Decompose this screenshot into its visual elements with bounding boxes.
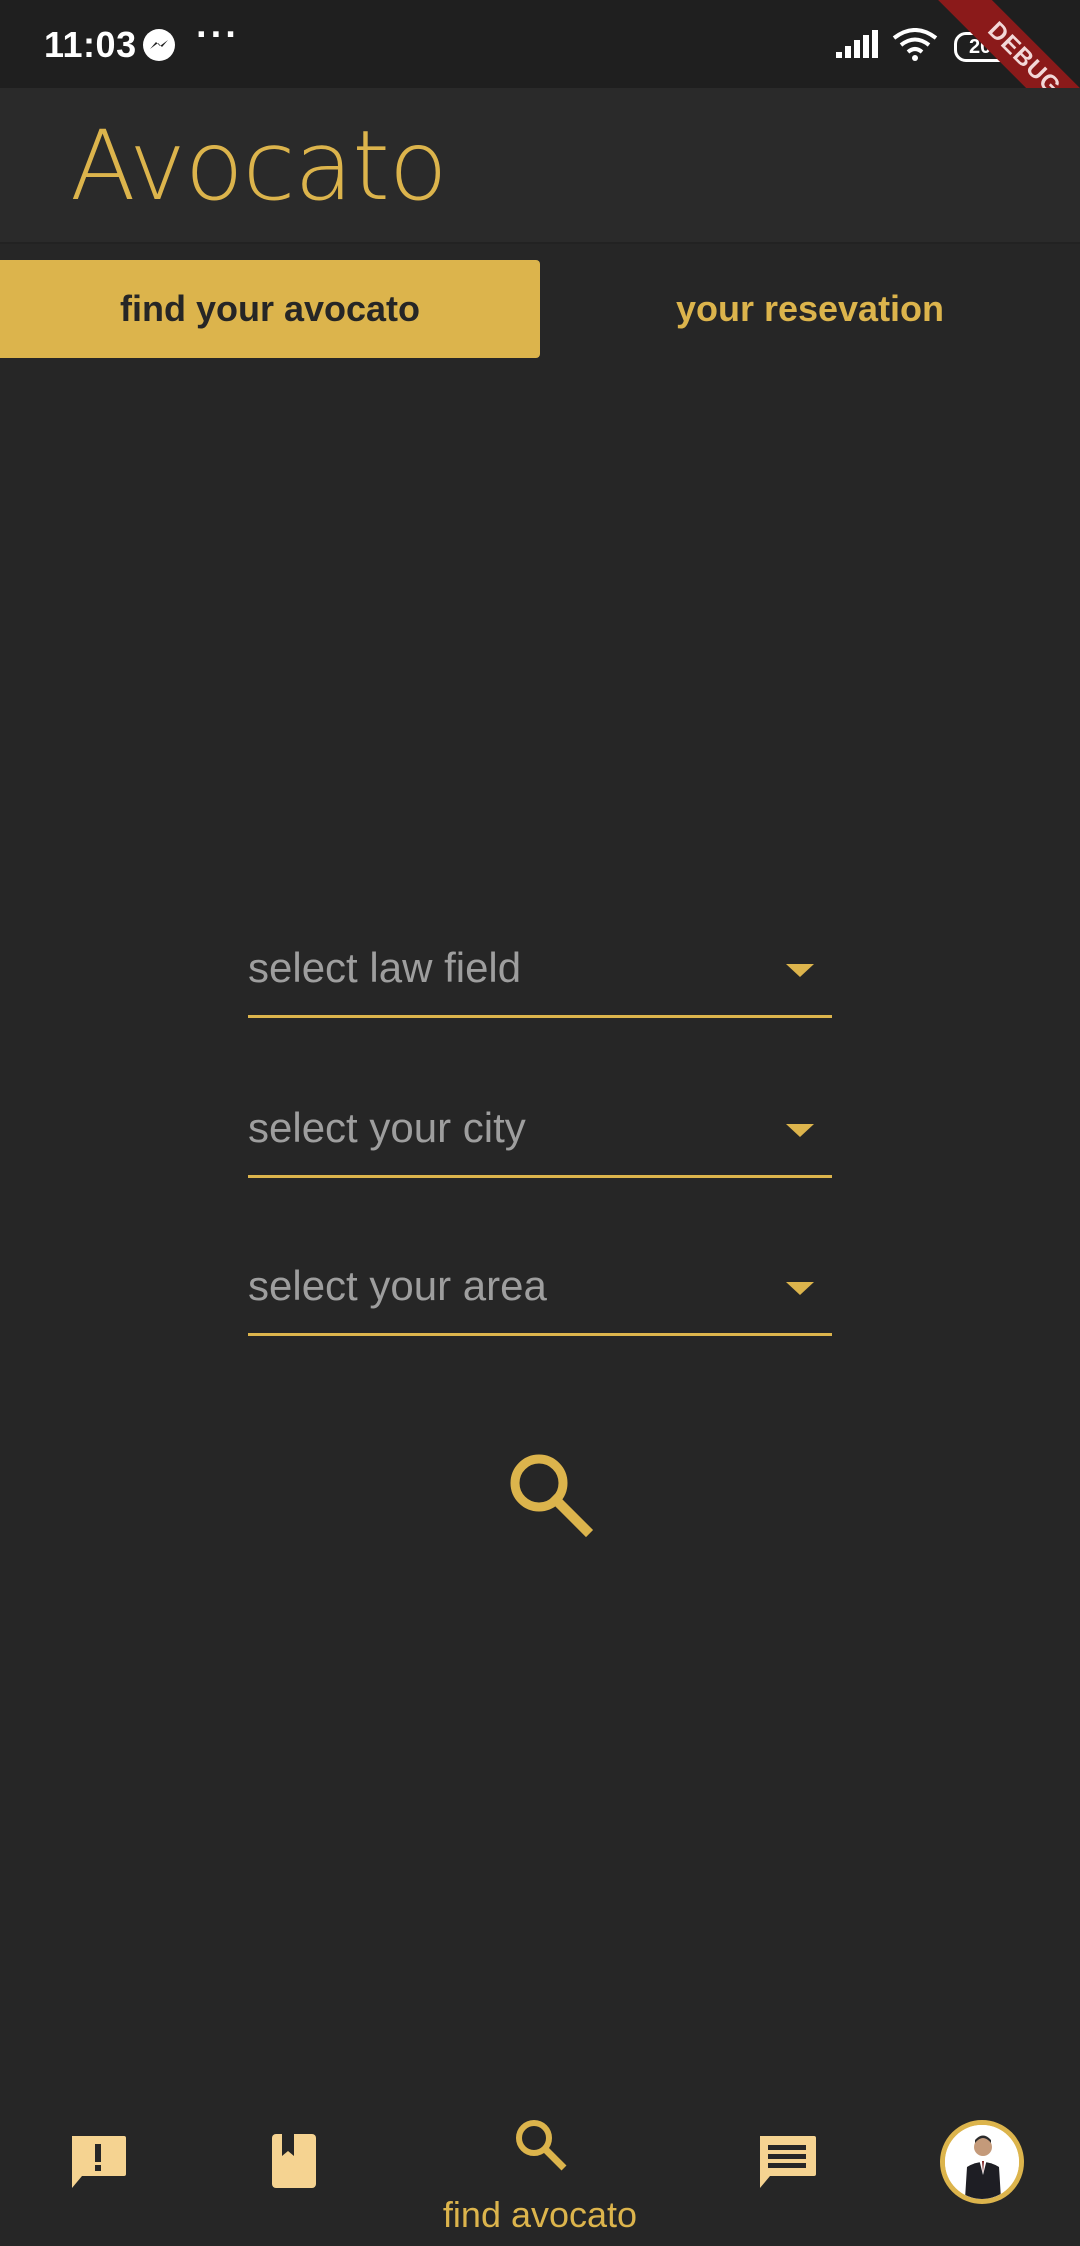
dropdown-arrow-icon: [786, 1282, 814, 1295]
nav-item-chat[interactable]: [730, 2106, 850, 2246]
status-bar: 11:03 ··· 20 DEBUG: [0, 0, 1080, 158]
nav-label-find-avocato: find avocato: [442, 2194, 638, 2235]
screen: 11:03 ··· 20 DEBUG Avocato find your avo…: [0, 0, 1080, 2246]
tab-find-your-avocato[interactable]: find your avocato: [0, 260, 540, 358]
more-notifications-icon: ···: [196, 14, 240, 56]
status-time: 11:03: [44, 24, 137, 65]
feedback-icon: [72, 2136, 126, 2188]
nav-item-find-avocato[interactable]: find avocato: [430, 2106, 650, 2246]
chat-icon: [760, 2136, 816, 2188]
book-icon: [272, 2134, 316, 2188]
nav-item-feedback[interactable]: [40, 2106, 160, 2246]
app-title: Avocato: [70, 110, 448, 222]
city-placeholder: select your city: [248, 1104, 526, 1151]
avatar-image: [945, 2125, 1019, 2199]
tab-your-reservation[interactable]: your resevation: [540, 260, 1080, 358]
dropdown-arrow-icon: [786, 1124, 814, 1137]
profile-avatar[interactable]: [940, 2120, 1024, 2204]
signal-icon: [836, 30, 878, 58]
area-dropdown[interactable]: select your area: [248, 1246, 832, 1336]
city-dropdown[interactable]: select your city: [248, 1088, 832, 1178]
area-placeholder: select your area: [248, 1262, 547, 1309]
messenger-icon: [143, 29, 175, 61]
bottom-navigation: find avocato: [0, 2106, 1080, 2246]
search-button[interactable]: [504, 1448, 594, 1538]
app-bar: Avocato: [0, 88, 1080, 244]
dropdown-arrow-icon: [786, 964, 814, 977]
wifi-icon: [892, 28, 938, 61]
law-field-dropdown[interactable]: select law field: [248, 928, 832, 1018]
law-field-placeholder: select law field: [248, 944, 522, 991]
search-icon: [516, 2120, 567, 2171]
nav-item-book[interactable]: [230, 2106, 350, 2246]
